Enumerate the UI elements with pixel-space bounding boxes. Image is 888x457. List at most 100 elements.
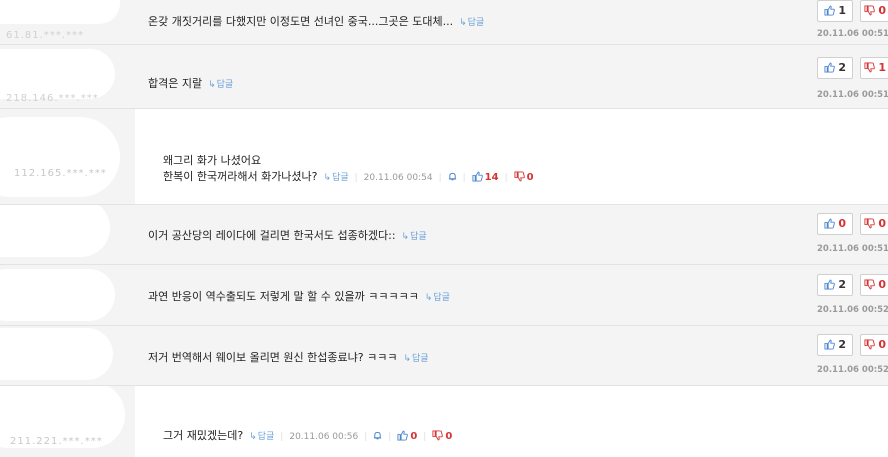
dislike-count: 0: [878, 278, 887, 291]
comment-row-reply: 211.221.***.*** 그거 재밌겠는데? ↳답글 | 20.11.06 00…: [0, 386, 888, 457]
comment-text: 그거 재밌겠는데? ↳답글 | 20.11.06 00:56 | | 0 | 0: [163, 427, 452, 443]
ip-address: 218.146.***.***: [6, 93, 99, 104]
thumbs-up-icon: [824, 62, 835, 73]
like-count: 0: [838, 217, 847, 230]
like-count: 2: [838, 338, 847, 351]
like-button[interactable]: 0: [817, 213, 853, 235]
like-button[interactable]: 14: [472, 170, 499, 183]
dislike-count: 0: [445, 431, 453, 442]
thumbs-up-icon: [824, 279, 835, 290]
reply-label: 답글: [257, 432, 275, 442]
like-button[interactable]: 2: [817, 334, 853, 356]
separator: |: [364, 432, 368, 442]
dislike-button[interactable]: 0: [860, 213, 888, 235]
reply-link[interactable]: ↳답글: [459, 18, 484, 28]
comment-row: 저거 번역해서 웨이보 올리면 원신 한섭종료냐? ㅋㅋㅋ ↳답글 2 0 20.…: [0, 326, 888, 386]
comment-text: 온갖 개짓거리를 다했지만 이정도면 선녀인 중국...그곳은 도대체... ↳답…: [148, 13, 484, 29]
reply-arrow-icon: ↳: [459, 18, 467, 28]
reply-label: 답글: [216, 80, 234, 90]
masked-nickname: [0, 117, 120, 197]
comment-text: 합격은 지랄 ↳답글: [148, 75, 233, 91]
reply-link[interactable]: ↳답글: [403, 354, 428, 364]
timestamp: 20.11.06 00:54: [363, 173, 433, 183]
comment-author: [0, 265, 135, 326]
reply-link[interactable]: ↳답글: [249, 432, 274, 442]
timestamp: 20.11.06 00:56: [289, 432, 359, 442]
dislike-button[interactable]: 0: [860, 0, 888, 22]
comment-author: 112.165.***.***: [0, 109, 135, 205]
like-count: 2: [838, 278, 847, 291]
thumbs-down-icon: [514, 171, 525, 182]
dislike-button[interactable]: 0: [860, 274, 888, 296]
dislike-count: 0: [878, 4, 887, 17]
dislike-button[interactable]: 0: [432, 429, 452, 442]
timestamp: 20.11.06 00:51: [817, 90, 888, 100]
comment-body: 이거 공산당의 레이다에 걸리면 한국서도 섭종하겠다::: [148, 229, 396, 242]
reply-arrow-icon: ↳: [403, 354, 412, 364]
dislike-count: 0: [526, 172, 534, 183]
comment-body: 과연 반응이 역수출되도 저렇게 말 할 수 있을까 ㅋㅋㅋㅋㅋ: [148, 290, 419, 303]
comment-body: 그거 재밌겠는데?: [163, 429, 244, 442]
ip-address: 61.81.***.***: [6, 30, 84, 41]
reply-label: 답글: [410, 232, 427, 242]
comment-row: 과연 반응이 역수출되도 저렇게 말 할 수 있을까 ㅋㅋㅋㅋㅋ ↳답글 2 0 …: [0, 265, 888, 326]
comment-row: 이거 공산당의 레이다에 걸리면 한국서도 섭종하겠다:: ↳답글 0 0 20.…: [0, 205, 888, 265]
comment-text: 과연 반응이 역수출되도 저렇게 말 할 수 있을까 ㅋㅋㅋㅋㅋ ↳답글: [148, 288, 450, 304]
bell-icon[interactable]: [373, 431, 382, 440]
reply-link[interactable]: ↳답글: [402, 232, 427, 242]
bell-icon[interactable]: [448, 172, 457, 181]
masked-nickname: [0, 205, 110, 257]
like-button[interactable]: 1: [817, 0, 853, 22]
dislike-count: 1: [878, 61, 887, 74]
thumbs-up-icon: [472, 171, 483, 182]
reply-label: 답글: [467, 18, 485, 28]
comment-author: 211.221.***.***: [0, 386, 135, 457]
dislike-button[interactable]: 1: [860, 57, 888, 79]
comment-body: 저거 번역해서 웨이보 올리면 원신 한섭종료냐? ㅋㅋㅋ: [148, 351, 398, 364]
separator: |: [438, 173, 442, 183]
masked-nickname: [0, 269, 115, 321]
comment-row: 61.81.***.*** 온갖 개짓거리를 다했지만 이정도면 선녀인 중국.…: [0, 0, 888, 45]
separator: |: [280, 432, 284, 442]
thumbs-down-icon: [432, 430, 443, 441]
reply-link[interactable]: ↳답글: [425, 293, 450, 303]
like-button[interactable]: 0: [397, 429, 417, 442]
ip-address: 211.221.***.***: [10, 436, 103, 447]
reply-link[interactable]: ↳답글: [208, 80, 233, 90]
comment-body: 한복이 한국꺼라해서 화가나셨나?: [163, 170, 318, 183]
thumbs-up-icon: [397, 430, 408, 441]
separator: |: [423, 432, 427, 442]
ip-address: 112.165.***.***: [14, 168, 107, 179]
thumbs-down-icon: [864, 279, 875, 290]
comment-row: 218.146.***.*** 합격은 지랄 ↳답글 2 1 20.11.06 0…: [0, 45, 888, 109]
reply-label: 답글: [332, 173, 349, 183]
comment-body: 온갖 개짓거리를 다했지만 이정도면 선녀인 중국...그곳은 도대체...: [148, 15, 454, 28]
reply-label: 답글: [433, 293, 450, 303]
reply-link[interactable]: ↳답글: [324, 173, 349, 183]
comment-row-reply: 112.165.***.*** 왜그리 화가 나셨어요 한복이 한국꺼라해서 화…: [0, 109, 888, 205]
thumbs-down-icon: [864, 62, 875, 73]
masked-nickname: [0, 49, 115, 99]
comment-text-line1: 왜그리 화가 나셨어요: [163, 154, 262, 167]
like-button[interactable]: 2: [817, 57, 853, 79]
reply-arrow-icon: ↳: [249, 432, 257, 442]
separator: |: [462, 173, 466, 183]
like-button[interactable]: 2: [817, 274, 853, 296]
like-count: 14: [484, 172, 499, 183]
dislike-count: 0: [878, 217, 887, 230]
dislike-button[interactable]: 0: [514, 170, 534, 183]
reply-arrow-icon: ↳: [401, 232, 410, 242]
thumbs-up-icon: [824, 339, 835, 350]
separator: |: [504, 173, 508, 183]
timestamp: 20.11.06 00:51: [817, 244, 888, 254]
dislike-button[interactable]: 0: [860, 334, 888, 356]
like-count: 2: [838, 61, 847, 74]
comment-author: [0, 326, 135, 386]
reply-arrow-icon: ↳: [208, 80, 216, 90]
dislike-count: 0: [878, 338, 887, 351]
thumbs-down-icon: [864, 218, 875, 229]
comment-text-line2: 한복이 한국꺼라해서 화가나셨나? ↳답글 | 20.11.06 00:54 | | 14 |…: [163, 168, 534, 184]
thumbs-up-icon: [824, 5, 835, 16]
comment-text: 이거 공산당의 레이다에 걸리면 한국서도 섭종하겠다:: ↳답글: [148, 227, 427, 243]
comment-author: 218.146.***.***: [0, 45, 135, 109]
